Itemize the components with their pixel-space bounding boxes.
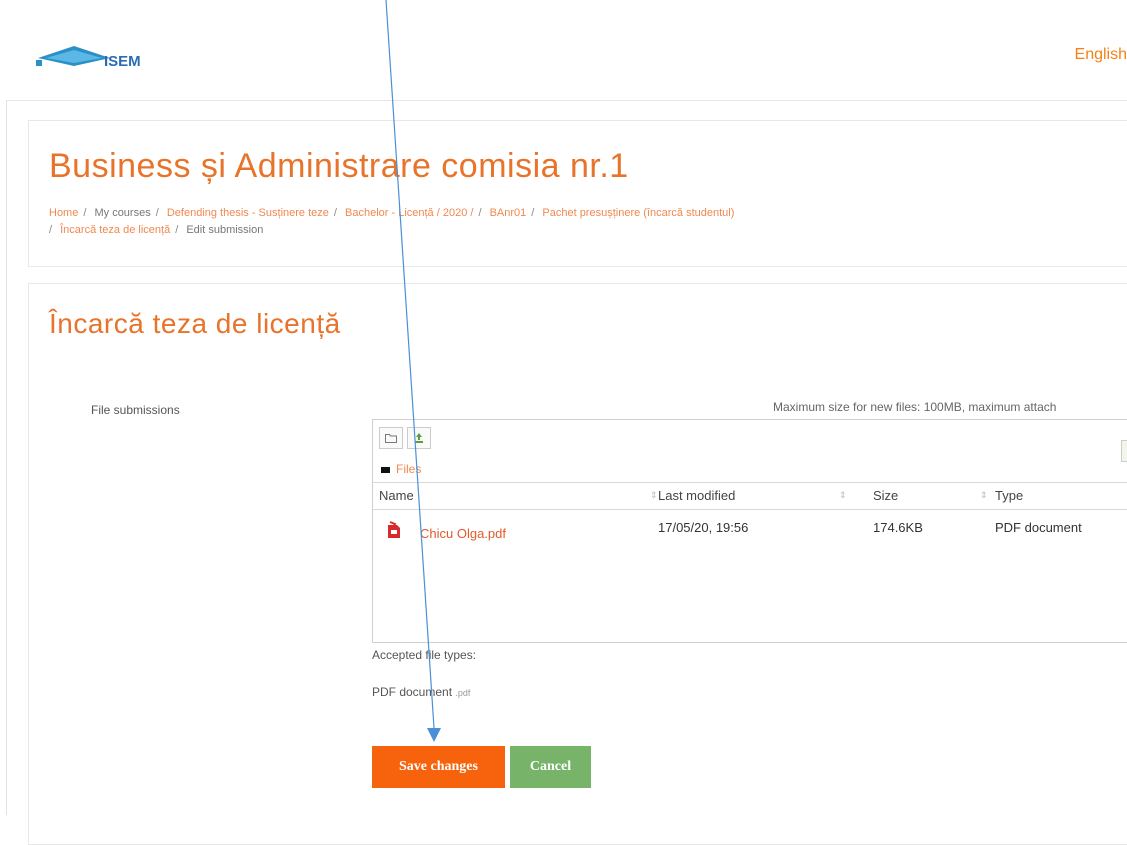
pdf-file-icon (388, 521, 400, 538)
accepted-file-types-label: Accepted file types: (372, 648, 477, 662)
top-navbar: ISEM English (6, 0, 1127, 101)
page-header-card: Business și Administrare comisia nr.1 Ho… (28, 120, 1127, 267)
language-menu[interactable]: English (1075, 46, 1127, 64)
accepted-type-name: PDF document (372, 685, 453, 699)
accepted-type-ext: .pdf (455, 688, 471, 698)
create-folder-icon[interactable] (379, 427, 403, 449)
accepted-file-type: PDF document .pdf (372, 685, 470, 699)
breadcrumb-my-courses[interactable]: My courses (94, 207, 150, 219)
file-name-link[interactable]: Chicu Olga.pdf (420, 526, 506, 541)
file-size: 174.6KB (873, 520, 923, 535)
file-row[interactable]: Chicu Olga.pdf 17/05/20, 19:56 174.6KB P… (373, 516, 1127, 546)
page-left-border (6, 0, 7, 815)
column-header-type[interactable]: Type (995, 488, 1023, 503)
grid-view-icon[interactable]: ▦ (1121, 440, 1127, 462)
breadcrumb-incarca[interactable]: Încarcă teza de licență (60, 224, 170, 236)
column-header-name[interactable]: Name (379, 488, 414, 503)
file-manager[interactable]: ▦ Files Name ⇕ Last modified ⇕ Size ⇕ Ty… (372, 419, 1127, 643)
download-icon[interactable] (407, 427, 431, 449)
file-table-header: Name ⇕ Last modified ⇕ Size ⇕ Type (373, 482, 1127, 510)
breadcrumb-pachet[interactable]: Pachet presușținere (încarcă studentul) (542, 207, 734, 219)
file-submissions-label: File submissions (91, 403, 180, 417)
max-size-info: Maximum size for new files: 100MB, maxim… (773, 400, 1057, 414)
breadcrumb-home[interactable]: Home (49, 207, 78, 219)
sort-icon[interactable]: ⇕ (650, 490, 658, 501)
breadcrumb: Home / My courses / Defending thesis - Sus… (49, 207, 735, 236)
logo-text: ISEM (104, 53, 141, 70)
breadcrumb-bachelor[interactable]: Bachelor - Licență / 2020 / (345, 207, 473, 219)
sort-icon[interactable]: ⇕ (980, 490, 988, 501)
breadcrumb-banr01[interactable]: BAnr01 (490, 207, 527, 219)
column-header-last-modified[interactable]: Last modified (658, 488, 735, 503)
section-title: Încarcă teza de licență (49, 308, 341, 339)
site-logo[interactable]: ISEM (36, 36, 176, 76)
column-header-size[interactable]: Size (873, 488, 898, 503)
file-path[interactable]: Files (381, 462, 421, 476)
breadcrumb-defending-thesis[interactable]: Defending thesis - Susținere teze (167, 207, 329, 219)
file-type: PDF document (995, 520, 1082, 535)
sort-icon[interactable]: ⇕ (839, 490, 847, 501)
folder-icon (381, 466, 390, 473)
cancel-button[interactable]: Cancel (510, 746, 591, 788)
page-title: Business și Administrare comisia nr.1 (49, 147, 629, 185)
path-label: Files (396, 462, 422, 476)
save-changes-button[interactable]: Save changes (372, 746, 505, 788)
main-content-card: Încarcă teza de licență File submissions… (28, 283, 1127, 845)
breadcrumb-edit-submission: Edit submission (186, 224, 264, 236)
file-modified: 17/05/20, 19:56 (658, 520, 749, 535)
